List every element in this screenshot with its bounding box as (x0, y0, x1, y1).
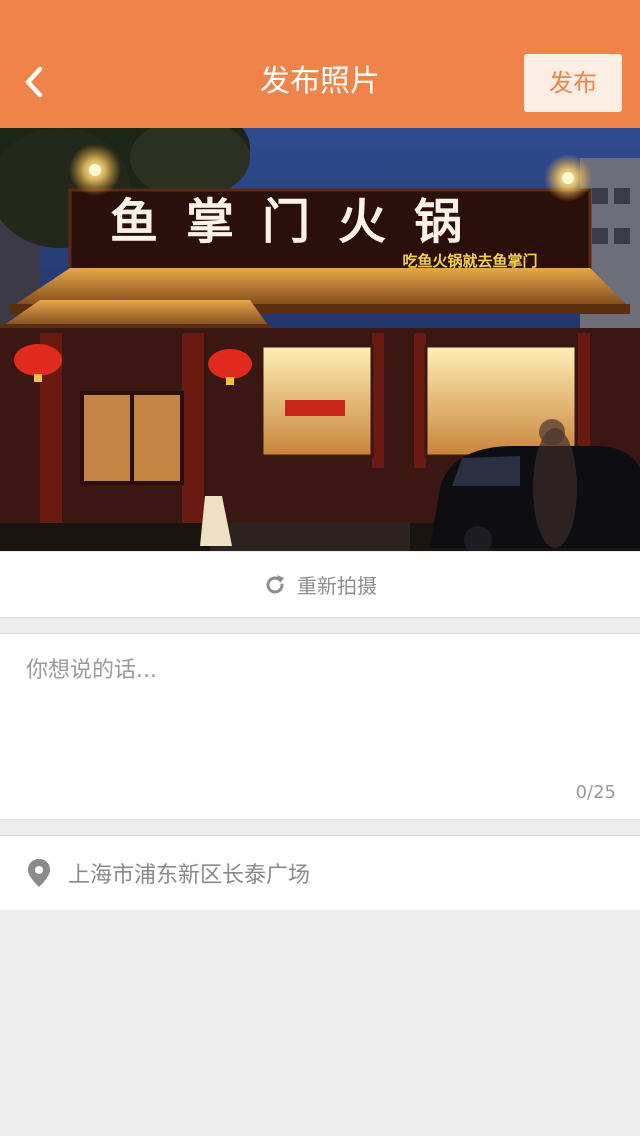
char-count: 0/25 (575, 782, 616, 803)
retake-label: 重新拍摄 (297, 574, 377, 598)
sign-text: 鱼掌门火锅 (110, 194, 490, 250)
sign-slogan: 吃鱼火锅就去鱼掌门 (402, 252, 537, 270)
location-text: 上海市浦东新区长泰广场 (68, 863, 311, 888)
retake-photo-button[interactable]: 重新拍摄 (0, 552, 640, 618)
header-bar: 发布照片 发布 (0, 0, 640, 128)
comment-input[interactable] (26, 652, 616, 772)
restaurant-photo: 鱼掌门火锅 吃鱼火锅就去鱼掌门 (0, 128, 640, 551)
location-pin-icon (28, 859, 50, 887)
refresh-icon (266, 574, 284, 593)
comment-section: 0/25 (0, 633, 640, 820)
location-row[interactable]: 上海市浦东新区长泰广场 (0, 835, 640, 910)
publish-button[interactable]: 发布 (524, 54, 622, 112)
